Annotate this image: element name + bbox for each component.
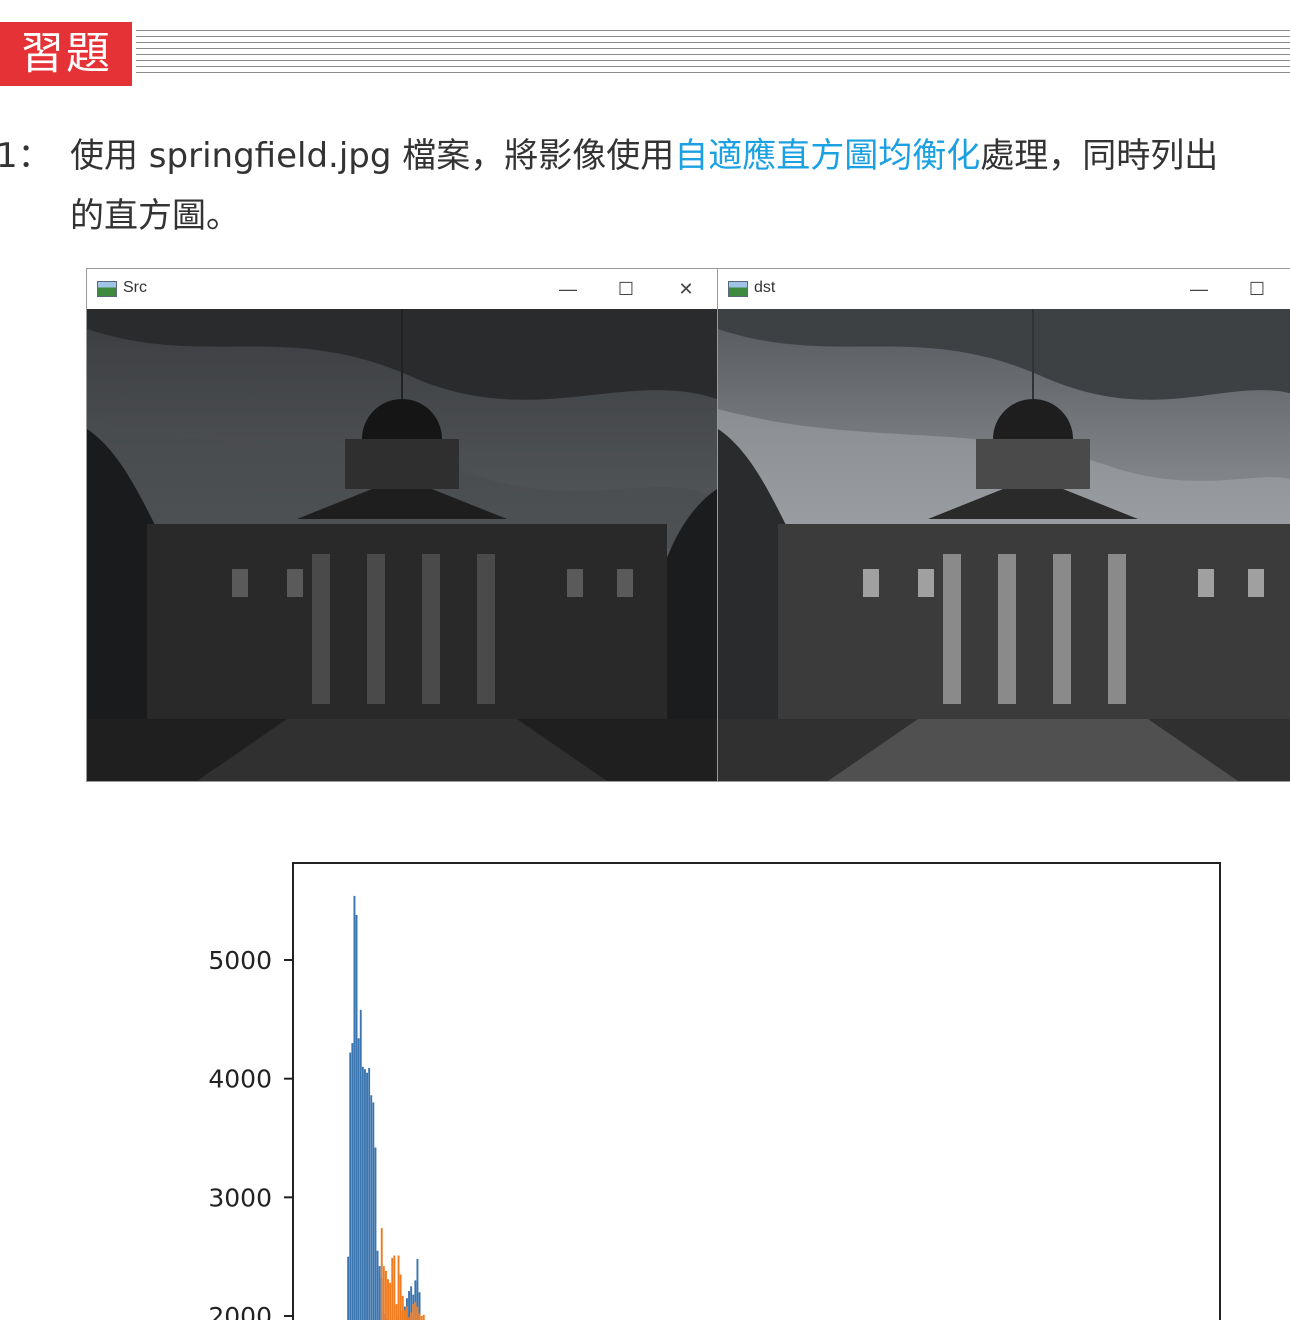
histogram-bar xyxy=(357,1038,360,1320)
histogram-bar xyxy=(382,1266,385,1320)
window-app-icon xyxy=(97,281,117,297)
histogram-bar xyxy=(397,1255,400,1320)
histogram-bar xyxy=(378,1266,381,1320)
histogram-bar xyxy=(420,1316,423,1320)
histogram-bar xyxy=(418,1313,421,1320)
histogram-bar xyxy=(366,1072,368,1320)
histogram-bar xyxy=(385,1270,387,1320)
histogram-bar xyxy=(364,1069,366,1320)
y-tick-label: 4000 xyxy=(208,1065,272,1094)
src-image xyxy=(87,309,717,781)
exercise-text-pre: 使用 springfield.jpg 檔案，將影像使用 xyxy=(70,136,675,176)
histogram-bar xyxy=(376,1250,379,1320)
histogram-bar xyxy=(349,1052,352,1320)
histogram-bar xyxy=(414,1301,417,1320)
window-app-icon xyxy=(728,281,748,297)
histogram-bar xyxy=(374,1147,377,1320)
histogram-bar xyxy=(372,1102,375,1320)
histogram-chart: 2000 3000 4000 5000 xyxy=(208,862,1221,1320)
src-window-title: Src xyxy=(123,279,147,296)
histogram-bar xyxy=(380,1228,383,1320)
histogram-bar xyxy=(351,1043,354,1320)
src-titlebar[interactable]: Src — ☐ ✕ xyxy=(87,269,717,309)
maximize-button[interactable]: ☐ xyxy=(1242,275,1272,303)
histogram-bar xyxy=(355,914,358,1320)
header-rule-lines xyxy=(136,30,1290,76)
histogram-bar xyxy=(368,1067,371,1320)
histogram-bar xyxy=(391,1257,394,1320)
y-tick-label: 2000 xyxy=(208,1302,272,1320)
exercise-header-badge: 習題 xyxy=(0,22,132,86)
histogram-bar xyxy=(361,1066,364,1320)
histogram-bar xyxy=(401,1295,404,1320)
histogram-bar xyxy=(403,1310,406,1320)
exercise-number: 1： xyxy=(0,136,52,176)
histogram-bar xyxy=(393,1255,396,1320)
histogram-bar xyxy=(422,1314,425,1320)
dst-window[interactable]: dst — ☐ xyxy=(717,268,1290,782)
y-tick-label: 3000 xyxy=(208,1183,272,1212)
dst-window-title: dst xyxy=(754,279,776,296)
close-button[interactable]: ✕ xyxy=(671,275,701,303)
histogram-bar xyxy=(347,1256,350,1320)
exercise-text-line1: 使用 springfield.jpg 檔案，將影像使用自適應直方圖均衡化處理，同… xyxy=(70,128,1218,177)
histogram-bar xyxy=(412,1304,415,1320)
histogram-bar xyxy=(389,1282,392,1320)
plot-frame xyxy=(292,862,1221,1320)
histogram-bar xyxy=(406,1306,408,1320)
exercise-text-line2: 的直方圖。 xyxy=(70,196,240,236)
minimize-button[interactable]: — xyxy=(1184,275,1214,303)
exercise-highlight: 自適應直方圖均衡化 xyxy=(674,136,981,176)
histogram-bar xyxy=(353,895,356,1320)
y-tick-label: 5000 xyxy=(208,946,272,975)
dst-titlebar[interactable]: dst — ☐ xyxy=(718,269,1290,309)
histogram-bar xyxy=(395,1304,398,1320)
src-window[interactable]: Src — ☐ ✕ xyxy=(86,268,718,782)
maximize-button[interactable]: ☐ xyxy=(611,275,641,303)
histogram-bar xyxy=(408,1291,410,1320)
dst-image xyxy=(718,309,1290,781)
exercise-text-post: 處理，同時列出 xyxy=(980,136,1219,176)
histogram-bar xyxy=(410,1312,413,1320)
histogram-bar xyxy=(387,1279,389,1320)
histogram-bar xyxy=(416,1306,419,1320)
histogram-bar xyxy=(370,1095,373,1320)
minimize-button[interactable]: — xyxy=(553,275,583,303)
histogram-bar xyxy=(399,1274,402,1320)
histogram-bar xyxy=(359,1009,362,1320)
